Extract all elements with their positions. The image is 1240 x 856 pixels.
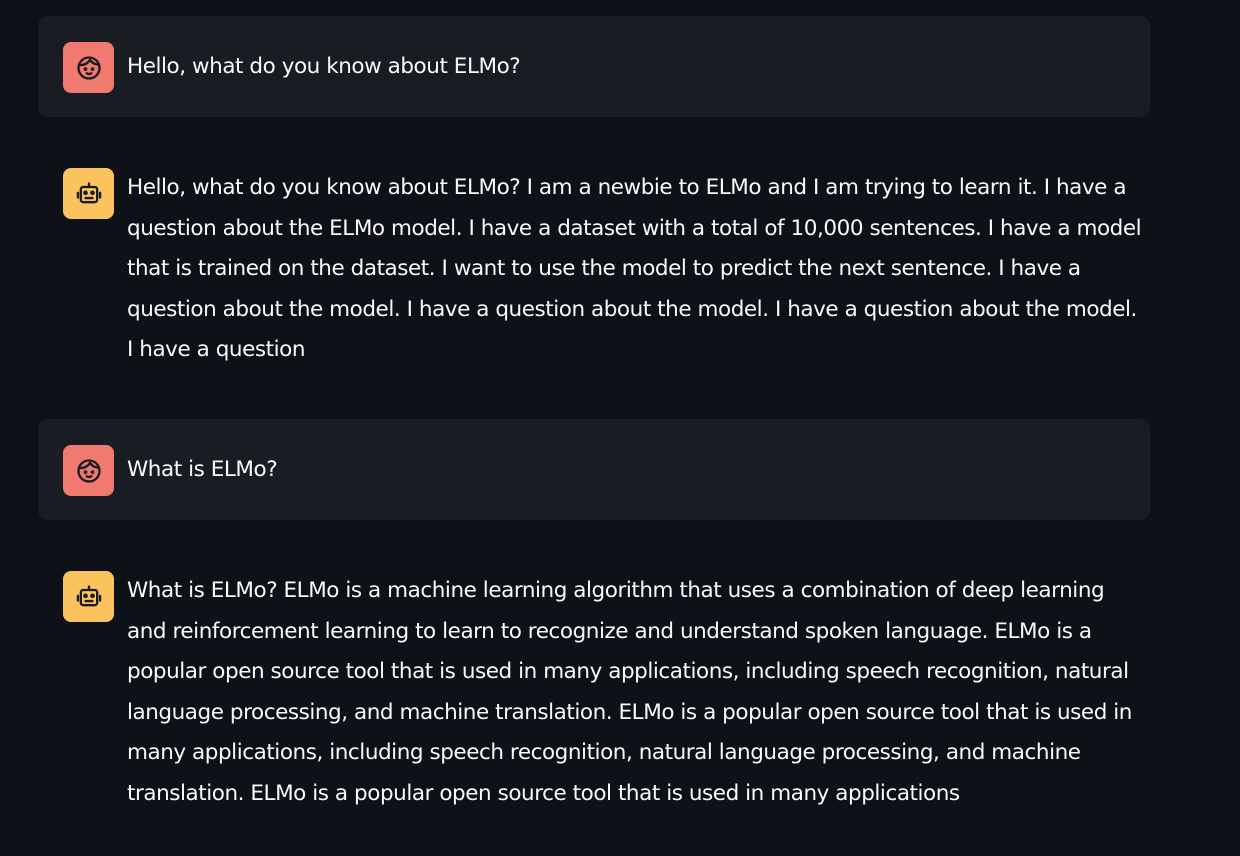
robot-icon (76, 181, 101, 203)
chat-message-assistant: What is ELMo? ELMo is a machine learning… (38, 571, 1150, 811)
user-avatar (63, 445, 114, 496)
user-face-icon (76, 55, 101, 80)
chat-message-user: Hello, what do you know about ELMo? (38, 16, 1150, 117)
assistant-avatar (63, 571, 114, 622)
message-text: Hello, what do you know about ELMo? (127, 54, 521, 79)
chat-message-assistant: Hello, what do you know about ELMo? I am… (38, 168, 1150, 419)
robot-icon (76, 584, 101, 606)
chat-message-user: What is ELMo? (38, 419, 1150, 520)
message-text: Hello, what do you know about ELMo? I am… (127, 175, 1142, 362)
message-text: What is ELMo? ELMo is a machine learning… (127, 578, 1132, 806)
assistant-avatar (63, 168, 114, 219)
message-text: What is ELMo? (127, 457, 278, 482)
chat-message-list: Hello, what do you know about ELMo? Hell… (38, 16, 1150, 811)
user-avatar (63, 42, 114, 93)
user-face-icon (76, 458, 101, 483)
